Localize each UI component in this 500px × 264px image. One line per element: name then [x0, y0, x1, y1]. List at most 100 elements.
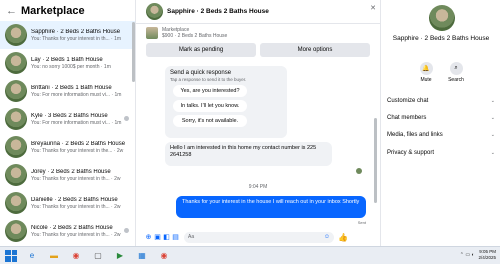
chrome-icon[interactable]: ◉	[69, 250, 83, 262]
house-thumbnail	[5, 220, 27, 242]
chat-title[interactable]: Sapphire · 2 Beds 2 Baths House	[167, 8, 269, 15]
privacy-support-row[interactable]: Privacy & support ⌄	[387, 148, 495, 158]
file-explorer-icon[interactable]: ▬	[47, 250, 61, 262]
conversation-list-scrollbar[interactable]	[132, 22, 135, 82]
conversation-preview: You: no sorry 1000$ per month · 1m	[31, 63, 111, 70]
conversation-info-panel: Sapphire · 2 Beds 2 Baths House 🔔 Mute ⌕…	[380, 0, 500, 246]
conversation-preview: You: Thanks for your interest in th... ·…	[31, 35, 122, 42]
mute-button[interactable]: 🔔 Mute	[411, 62, 441, 83]
conversation-preview: You: Thanks for your interest in the... …	[31, 147, 124, 154]
chevron-down-icon: ⌄	[490, 115, 495, 121]
conversation-preview: You: Thanks for your interest in th... ·…	[31, 175, 121, 182]
row-label: Media, files and links	[387, 132, 443, 138]
message-input-placeholder: Aa	[188, 234, 195, 240]
outgoing-message: Thanks for your interest in the house I …	[176, 196, 366, 218]
clock-date: 2/4/2025	[478, 255, 496, 260]
search-label: Search	[448, 77, 464, 83]
house-thumbnail	[5, 164, 27, 186]
read-avatar-icon	[124, 116, 129, 121]
chat-header: Sapphire · 2 Beds 2 Baths House ✕	[136, 0, 380, 24]
conversation-title: Sapphire · 2 Beds 2 Baths House	[31, 28, 121, 35]
conversation-title: Nicole · 2 Beds 2 Baths House	[31, 224, 113, 231]
conversation-preview: You: For more information must vi... · 1…	[31, 91, 122, 98]
conversation-title: Brittani · 2 Beds 1 Bath House	[31, 84, 112, 91]
quick-response-subtitle: Tap a response to send it to the buyer.	[170, 77, 247, 82]
like-icon[interactable]: 👍	[338, 233, 348, 242]
media-files-links-row[interactable]: Media, files and links ⌄	[387, 130, 495, 140]
sent-status: Sent	[357, 220, 366, 225]
house-thumbnail	[5, 80, 27, 102]
message-timestamp: 9:04 PM	[248, 184, 268, 190]
left-header: ← Marketplace	[0, 0, 135, 21]
mute-label: Mute	[420, 77, 432, 83]
seen-avatar-icon	[356, 168, 362, 174]
quick-response-title: Send a quick response	[170, 70, 232, 76]
conversation-list: ← Marketplace Sapphire · 2 Beds 2 Baths …	[0, 0, 136, 246]
clock[interactable]: 9:05 PM 2/4/2025	[478, 249, 496, 261]
marketplace-title: Marketplace	[21, 4, 85, 17]
taskbar: e ▬ ◉ ▢ ▶ ▦ ◉ ⌃ ▭ ◐ 9:05 PM 2/4/2025	[0, 246, 500, 264]
house-thumbnail	[5, 24, 27, 46]
row-label: Customize chat	[387, 98, 429, 104]
search-button[interactable]: ⌕ Search	[441, 62, 471, 83]
conversation-item[interactable]: Breyaunna · 2 Beds 2 Baths House You: Th…	[0, 133, 135, 161]
chevron-down-icon: ⌄	[490, 98, 495, 104]
conversation-title: Jorey · 2 Beds 2 Baths House	[31, 168, 111, 175]
app-icon[interactable]: ▢	[91, 250, 105, 262]
incoming-message: Hello I am interested in this home my co…	[165, 142, 332, 166]
bell-icon: 🔔	[419, 62, 433, 75]
conversation-item[interactable]: Nicole · 2 Beds 2 Baths House You: Thank…	[0, 217, 135, 245]
conversation-preview: You: Thanks for your interest in th... ·…	[31, 231, 121, 238]
windows-start-icon[interactable]	[5, 249, 17, 262]
read-avatar-icon	[124, 228, 129, 233]
emoji-icon[interactable]: ☺	[324, 234, 330, 240]
sticker-icon[interactable]: ◧	[162, 233, 171, 241]
conversation-title: Kyle · 3 Beds 2 Baths House	[31, 112, 108, 119]
more-options-button[interactable]: More options	[260, 43, 370, 57]
media-icon[interactable]: ▶	[113, 250, 127, 262]
image-icon[interactable]: ▣	[153, 233, 162, 241]
conversation-title: Danielle · 2 Beds 2 Baths House	[31, 196, 118, 203]
row-label: Privacy & support	[387, 150, 435, 156]
quick-response-option[interactable]: Sorry, it's not available.	[173, 115, 247, 127]
chat-avatar[interactable]	[146, 3, 163, 20]
quick-response-option[interactable]: In talks. I'll let you know.	[173, 100, 247, 112]
chevron-down-icon: ⌄	[490, 132, 495, 138]
edge-icon[interactable]: e	[25, 250, 39, 262]
info-title: Sapphire · 2 Beds 2 Baths House	[392, 35, 490, 42]
back-arrow-icon[interactable]: ←	[6, 5, 18, 17]
gif-icon[interactable]: ▤	[171, 233, 180, 241]
house-thumbnail	[5, 108, 27, 130]
message-composer: ⊕ ▣ ◧ ▤ Aa ☺ 👍	[136, 228, 380, 246]
system-tray: ⌃ ▭ ◐ 9:05 PM 2/4/2025	[460, 249, 496, 261]
listing-banner[interactable]: Marketplace $900 · 2 Beds 2 Baths House	[136, 24, 380, 42]
row-label: Chat members	[387, 115, 427, 121]
quick-response-card: Send a quick response Tap a response to …	[165, 66, 287, 138]
conversation-preview: You: For more information must vi... · 1…	[31, 119, 122, 126]
store-icon[interactable]: ▦	[135, 250, 149, 262]
info-avatar[interactable]	[429, 5, 455, 31]
message-input[interactable]: Aa ☺	[184, 231, 334, 243]
conversation-preview: You: Thanks for your interest in th... ·…	[31, 203, 121, 210]
chat-members-row[interactable]: Chat members ⌄	[387, 113, 495, 123]
chat-scrollbar[interactable]	[374, 118, 377, 203]
house-thumbnail	[5, 52, 27, 74]
listing-actions: Mark as pending More options	[136, 43, 380, 57]
conversation-title: Breyaunna · 2 Beds 2 Baths House	[31, 140, 126, 147]
chevron-down-icon: ⌄	[490, 150, 495, 156]
conversation-item[interactable]: Sapphire · 2 Beds 2 Baths House You: Tha…	[0, 21, 135, 49]
plus-icon[interactable]: ⊕	[144, 233, 153, 241]
conversation-item[interactable]: Danielle · 2 Beds 2 Baths House You: Tha…	[0, 189, 135, 217]
chat-panel: Sapphire · 2 Beds 2 Baths House ✕ Market…	[136, 0, 380, 246]
house-thumbnail	[5, 192, 27, 214]
conversation-item[interactable]: Kyle · 3 Beds 2 Baths House You: For mor…	[0, 105, 135, 133]
conversation-item[interactable]: Lay · 2 Beds 1 Bath House You: no sorry …	[0, 49, 135, 77]
conversation-item[interactable]: Jorey · 2 Beds 2 Baths House You: Thanks…	[0, 161, 135, 189]
quick-response-option[interactable]: Yes, are you interested?	[173, 85, 247, 97]
conversation-item[interactable]: Brittani · 2 Beds 1 Bath House You: For …	[0, 77, 135, 105]
mark-as-pending-button[interactable]: Mark as pending	[146, 43, 256, 57]
customize-chat-row[interactable]: Customize chat ⌄	[387, 96, 495, 106]
close-icon[interactable]: ✕	[370, 4, 376, 12]
chrome-icon[interactable]: ◉	[157, 250, 171, 262]
tray-icons[interactable]: ⌃ ▭ ◐	[460, 252, 475, 258]
